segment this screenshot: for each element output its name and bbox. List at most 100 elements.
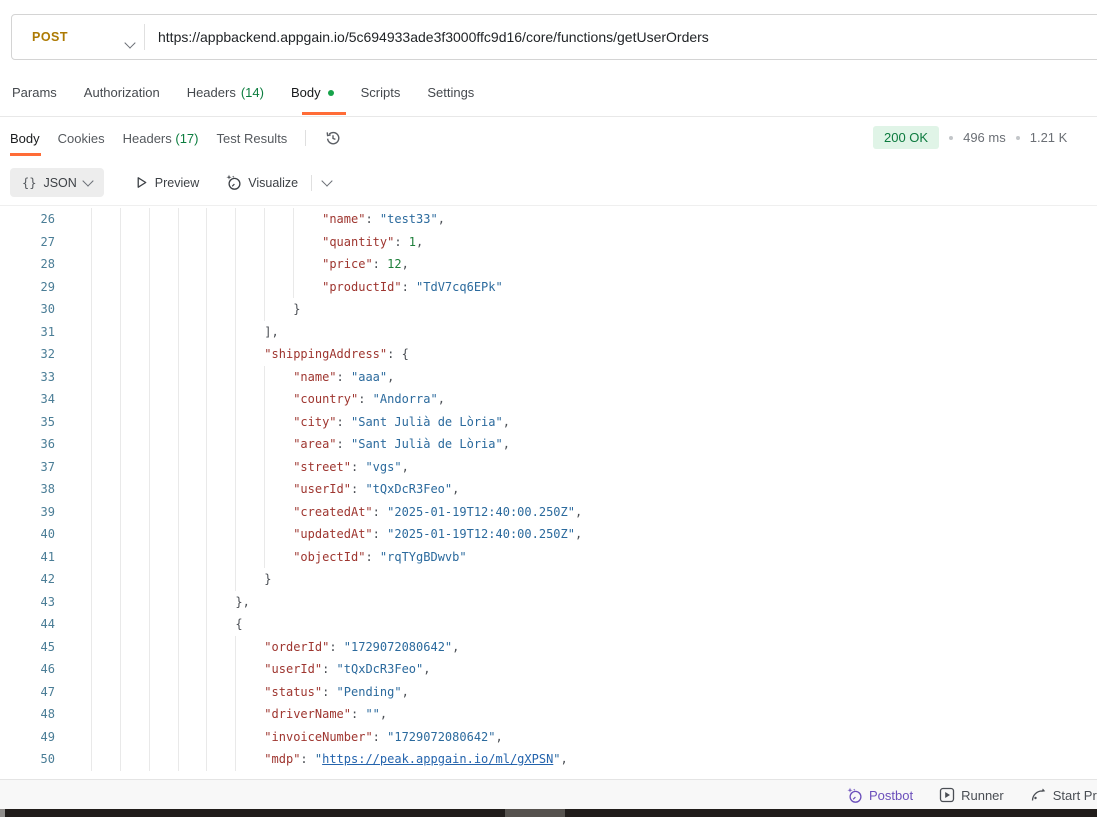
indent-guide-icon <box>91 231 92 254</box>
response-tab-test-results[interactable]: Test Results <box>217 131 288 146</box>
code-line-content: }, <box>55 591 1097 614</box>
indent-guide-icon <box>149 726 150 749</box>
indent-guide-icon <box>206 591 207 614</box>
json-string: "rqTYgBDwvb" <box>380 550 467 564</box>
line-number: 30 <box>0 298 55 321</box>
json-string: "tQxDcR3Feo" <box>365 482 452 496</box>
indent-guide-icon <box>206 411 207 434</box>
postbot-button[interactable]: Postbot <box>846 787 913 804</box>
code-line-content: "country": "Andorra", <box>55 388 1097 411</box>
json-string: "1729072080642" <box>344 640 452 654</box>
taskbar-active-window[interactable] <box>505 809 565 817</box>
json-key: "updatedAt" <box>293 527 372 541</box>
tab-headers[interactable]: Headers (14) <box>187 85 264 114</box>
code-line-content: "orderId": "1729072080642", <box>55 636 1097 659</box>
indent-guide-icon <box>235 276 236 299</box>
code-line: 30 } <box>0 298 1097 321</box>
indent-guide-icon <box>120 546 121 569</box>
response-link[interactable]: https://peak.appgain.io/ml/gXPSN <box>322 752 553 766</box>
indent-guide-icon <box>91 208 92 231</box>
response-tab-cookies[interactable]: Cookies <box>58 131 105 146</box>
json-punctuation: : <box>337 415 351 429</box>
indent-guide-icon <box>149 433 150 456</box>
indent-guide-icon <box>178 366 179 389</box>
indent-guide-icon <box>235 411 236 434</box>
code-line: 32 "shippingAddress": { <box>0 343 1097 366</box>
code-line-content: "userId": "tQxDcR3Feo", <box>55 658 1097 681</box>
tab-settings[interactable]: Settings <box>427 85 474 114</box>
visualize-button[interactable]: Visualize <box>225 174 298 191</box>
indent-guide-icon <box>149 208 150 231</box>
indent-guide-icon <box>178 208 179 231</box>
code-line-content: "area": "Sant Julià de Lòria", <box>55 433 1097 456</box>
line-number: 44 <box>0 613 55 636</box>
chevron-down-icon <box>82 175 93 186</box>
runner-button[interactable]: Runner <box>939 787 1004 803</box>
json-punctuation: : <box>322 685 336 699</box>
json-punctuation: , <box>575 505 582 519</box>
request-url-bar: POST https://appbackend.appgain.io/5c694… <box>11 14 1097 60</box>
line-number: 32 <box>0 343 55 366</box>
indent-guide-icon <box>178 546 179 569</box>
indent-guide-icon <box>91 298 92 321</box>
indent-guide-icon <box>235 343 236 366</box>
tab-scripts[interactable]: Scripts <box>361 85 401 114</box>
method-selector[interactable]: POST <box>32 15 68 59</box>
indent-guide-icon <box>235 456 236 479</box>
json-punctuation: : <box>373 527 387 541</box>
code-line-content: "updatedAt": "2025-01-19T12:40:00.250Z", <box>55 523 1097 546</box>
format-selector[interactable]: {} JSON <box>10 168 104 197</box>
json-punctuation: , <box>438 392 445 406</box>
indent-guide-icon <box>120 658 121 681</box>
code-line: 40 "updatedAt": "2025-01-19T12:40:00.250… <box>0 523 1097 546</box>
indent-guide-icon <box>120 568 121 591</box>
indent-guide-icon <box>149 388 150 411</box>
clock-history-icon[interactable] <box>324 129 342 147</box>
line-number: 42 <box>0 568 55 591</box>
json-punctuation: , <box>503 437 510 451</box>
json-string: "Pending" <box>337 685 402 699</box>
indent-guide-icon <box>178 501 179 524</box>
code-line: 48 "driverName": "", <box>0 703 1097 726</box>
code-line: 38 "userId": "tQxDcR3Feo", <box>0 478 1097 501</box>
indent-guide-icon <box>91 726 92 749</box>
response-tab-body[interactable]: Body <box>10 131 40 146</box>
code-editor[interactable]: 26 "name": "test33",27 "quantity": 1,28 … <box>0 208 1097 774</box>
indent-guide-icon <box>120 501 121 524</box>
url-input[interactable]: https://appbackend.appgain.io/5c694933ad… <box>158 15 709 59</box>
indent-guide-icon <box>178 433 179 456</box>
json-punctuation: , <box>402 685 409 699</box>
indent-guide-icon <box>178 388 179 411</box>
request-tabs: Params Authorization Headers (14) Body S… <box>12 85 474 114</box>
indent-guide-icon <box>149 253 150 276</box>
indent-guide-icon <box>149 276 150 299</box>
indent-guide-icon <box>149 681 150 704</box>
line-number: 48 <box>0 703 55 726</box>
json-string: "vgs" <box>365 460 401 474</box>
json-punctuation: : <box>358 392 372 406</box>
json-string: "1729072080642" <box>387 730 495 744</box>
indent-guide-icon <box>91 613 92 636</box>
start-proxy-button[interactable]: Start Pro <box>1030 787 1097 804</box>
json-string: "Andorra" <box>373 392 438 406</box>
json-string: "Sant Julià de Lòria" <box>351 437 503 451</box>
json-punctuation: , <box>561 752 568 766</box>
tab-params[interactable]: Params <box>12 85 57 114</box>
indent-guide-icon <box>264 388 265 411</box>
chevron-down-icon[interactable] <box>126 34 134 52</box>
chevron-down-icon[interactable] <box>321 175 332 186</box>
code-line-content: ], <box>55 321 1097 344</box>
json-key: "userId" <box>293 482 351 496</box>
indent-guide-icon <box>235 433 236 456</box>
os-taskbar <box>0 809 1097 817</box>
indent-guide-icon <box>120 366 121 389</box>
indent-guide-icon <box>235 703 236 726</box>
response-tab-headers[interactable]: Headers (17) <box>123 131 199 146</box>
tab-body[interactable]: Body <box>291 85 334 114</box>
status-badge: 200 OK <box>873 126 939 149</box>
preview-button[interactable]: Preview <box>134 175 199 190</box>
indent-guide-icon <box>206 658 207 681</box>
line-number: 37 <box>0 456 55 479</box>
tab-authorization[interactable]: Authorization <box>84 85 160 114</box>
indent-guide-icon <box>120 726 121 749</box>
